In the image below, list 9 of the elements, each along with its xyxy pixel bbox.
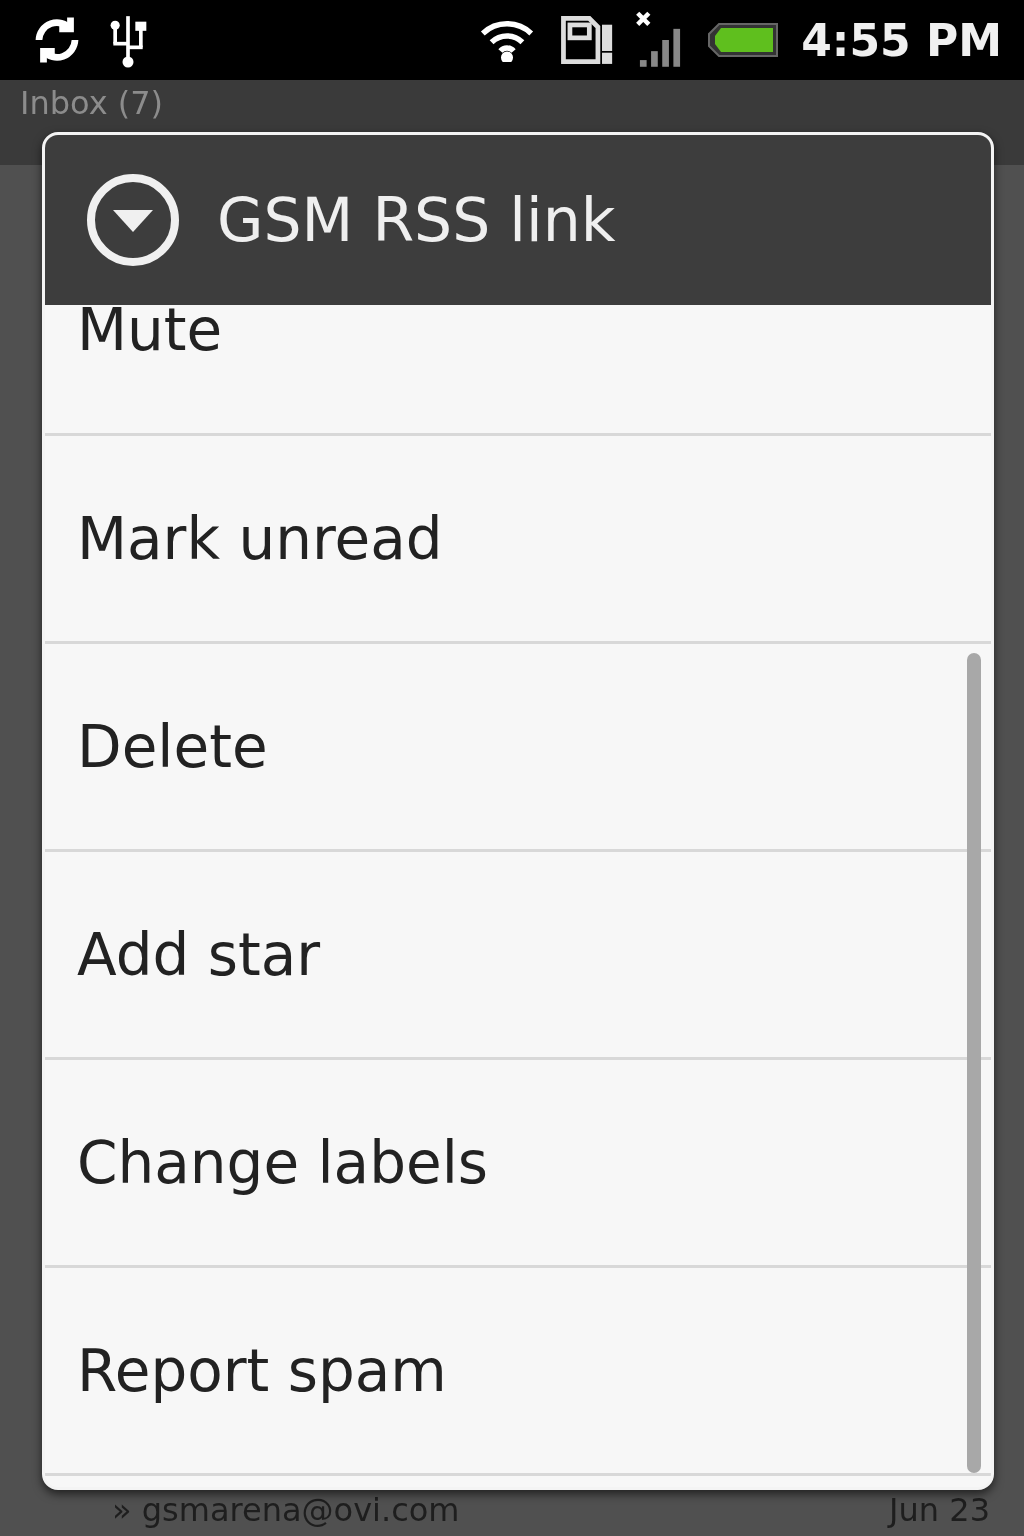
scrollbar-thumb[interactable] (967, 653, 981, 1473)
menu-item[interactable]: Mute (45, 305, 991, 436)
battery-icon (707, 22, 780, 58)
wifi-icon (479, 18, 536, 62)
dialog-title: GSM RSS link (217, 185, 616, 255)
dropdown-circle-icon (85, 172, 181, 268)
menu-item[interactable]: Mark unread (45, 436, 991, 644)
inbox-title: Inbox (7) (20, 86, 164, 122)
clock-time: 4:55 PM (801, 14, 1002, 66)
